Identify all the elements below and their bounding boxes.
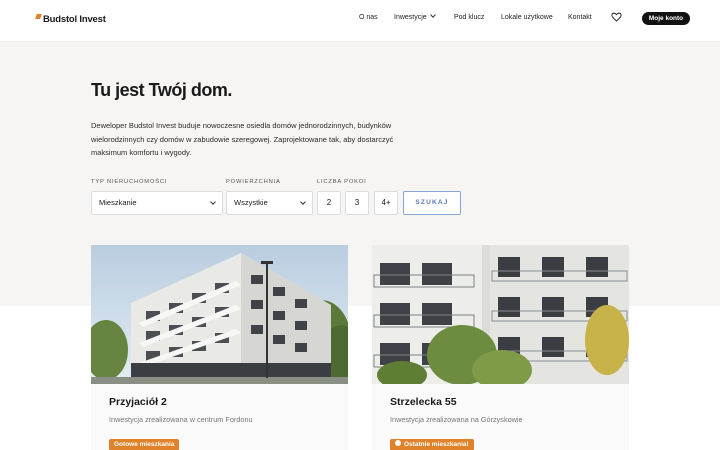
search-button[interactable]: SZUKAJ — [403, 191, 461, 215]
area-select[interactable]: Wszystkie — [226, 191, 313, 215]
nav-item-investments-label: Inwestycje — [394, 14, 427, 21]
card-description: Inwestycja zrealizowana w centrum Fordon… — [109, 415, 253, 424]
filter-area-label: POWIERZCHNIA — [226, 179, 281, 185]
card-title: Strzelecka 55 — [390, 396, 457, 408]
status-badge-label: Ostatnie mieszkania! — [404, 441, 469, 448]
chevron-down-icon — [300, 199, 306, 205]
nav-item-turnkey[interactable]: Pod klucz — [454, 14, 484, 21]
site-header: Budstol Invest O nas Inwestycje Pod kluc… — [0, 0, 720, 42]
card-description: Inwestycja zrealizowana na Górzyskowie — [390, 415, 523, 424]
heart-icon[interactable] — [611, 12, 622, 22]
investment-photo[interactable] — [91, 245, 348, 384]
nav-item-investments[interactable]: Inwestycje — [394, 12, 436, 21]
rooms-option-2[interactable]: 2 — [317, 191, 341, 215]
rooms-option-4-plus[interactable]: 4+ — [374, 191, 398, 215]
account-button[interactable]: Moje konto — [642, 12, 690, 25]
logo[interactable]: Budstol Invest — [35, 14, 106, 25]
investment-card[interactable]: Strzelecka 55 Inwestycja zrealizowana na… — [372, 245, 629, 450]
status-badge: Ostatnie mieszkania! — [390, 439, 474, 450]
nav-item-about[interactable]: O nas — [359, 14, 378, 21]
chevron-down-icon — [210, 199, 216, 205]
property-type-value: Mieszkanie — [99, 198, 137, 207]
page-title: Tu jest Twój dom. — [91, 80, 232, 100]
filter-type-label: TYP NIERUCHOMOŚCI — [91, 179, 168, 185]
chevron-down-icon — [429, 12, 436, 18]
status-badge: Gotowe mieszkania — [109, 439, 180, 450]
filter-rooms-label: LICZBA POKOI — [317, 179, 367, 185]
alert-icon — [395, 440, 401, 446]
property-type-select[interactable]: Mieszkanie — [91, 191, 223, 215]
card-title: Przyjaciół 2 — [109, 396, 167, 408]
building-photo-illustration — [372, 245, 629, 384]
area-value: Wszystkie — [234, 198, 268, 207]
rooms-option-3[interactable]: 3 — [345, 191, 369, 215]
logo-text: Budstol Invest — [43, 14, 106, 25]
logo-mark-icon — [35, 14, 42, 19]
investment-photo[interactable] — [372, 245, 629, 384]
building-photo-illustration — [91, 245, 348, 384]
investment-card[interactable]: Przyjaciół 2 Inwestycja zrealizowana w c… — [91, 245, 348, 450]
hero-lead-text: Deweloper Budstol Invest buduje nowoczes… — [91, 121, 394, 157]
nav-item-commercial[interactable]: Lokale użytkowe — [501, 14, 553, 21]
nav-item-contact[interactable]: Kontakt — [568, 14, 592, 21]
